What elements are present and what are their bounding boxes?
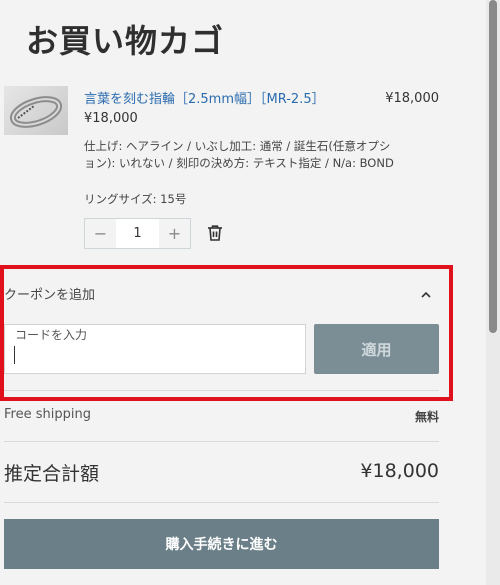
divider <box>4 441 439 442</box>
coupon-input-label: コードを入力 <box>15 328 88 342</box>
apply-coupon-button[interactable]: 適用 <box>314 324 439 374</box>
shipping-value: 無料 <box>414 410 439 424</box>
product-image[interactable] <box>4 86 68 135</box>
text-caret <box>14 346 15 364</box>
product-unit-price: ¥18,000 <box>84 111 138 126</box>
trash-icon[interactable] <box>206 224 224 242</box>
checkout-button[interactable]: 購入手続きに進む <box>4 519 439 569</box>
product-ring-size: リングサイズ: 15号 <box>84 192 187 206</box>
divider <box>4 390 439 391</box>
quantity-stepper: − 1 + <box>84 218 191 249</box>
shipping-label: Free shipping <box>4 407 91 422</box>
estimated-total-label: 推定合計額 <box>4 463 100 485</box>
quantity-input[interactable]: 1 <box>116 219 159 248</box>
product-name-link[interactable]: 言葉を刻む指輪［2.5mm幅］［MR-2.5］ <box>84 88 325 107</box>
divider <box>4 502 439 503</box>
quantity-decrease-button[interactable]: − <box>85 219 116 248</box>
product-line-total: ¥18,000 <box>385 91 439 106</box>
product-options: 仕上げ: ヘアライン / いぶし加工: 通常 / 誕生石(任意オプション): い… <box>84 139 394 170</box>
quantity-increase-button[interactable]: + <box>159 219 190 248</box>
coupon-section-title[interactable]: クーポンを追加 <box>4 284 95 303</box>
estimated-total-value: ¥18,000 <box>360 460 439 482</box>
coupon-code-input[interactable]: コードを入力 <box>4 324 306 374</box>
chevron-up-icon[interactable] <box>419 287 433 301</box>
scrollbar-thumb[interactable] <box>489 0 497 333</box>
page-title: お買い物カゴ <box>26 22 225 60</box>
